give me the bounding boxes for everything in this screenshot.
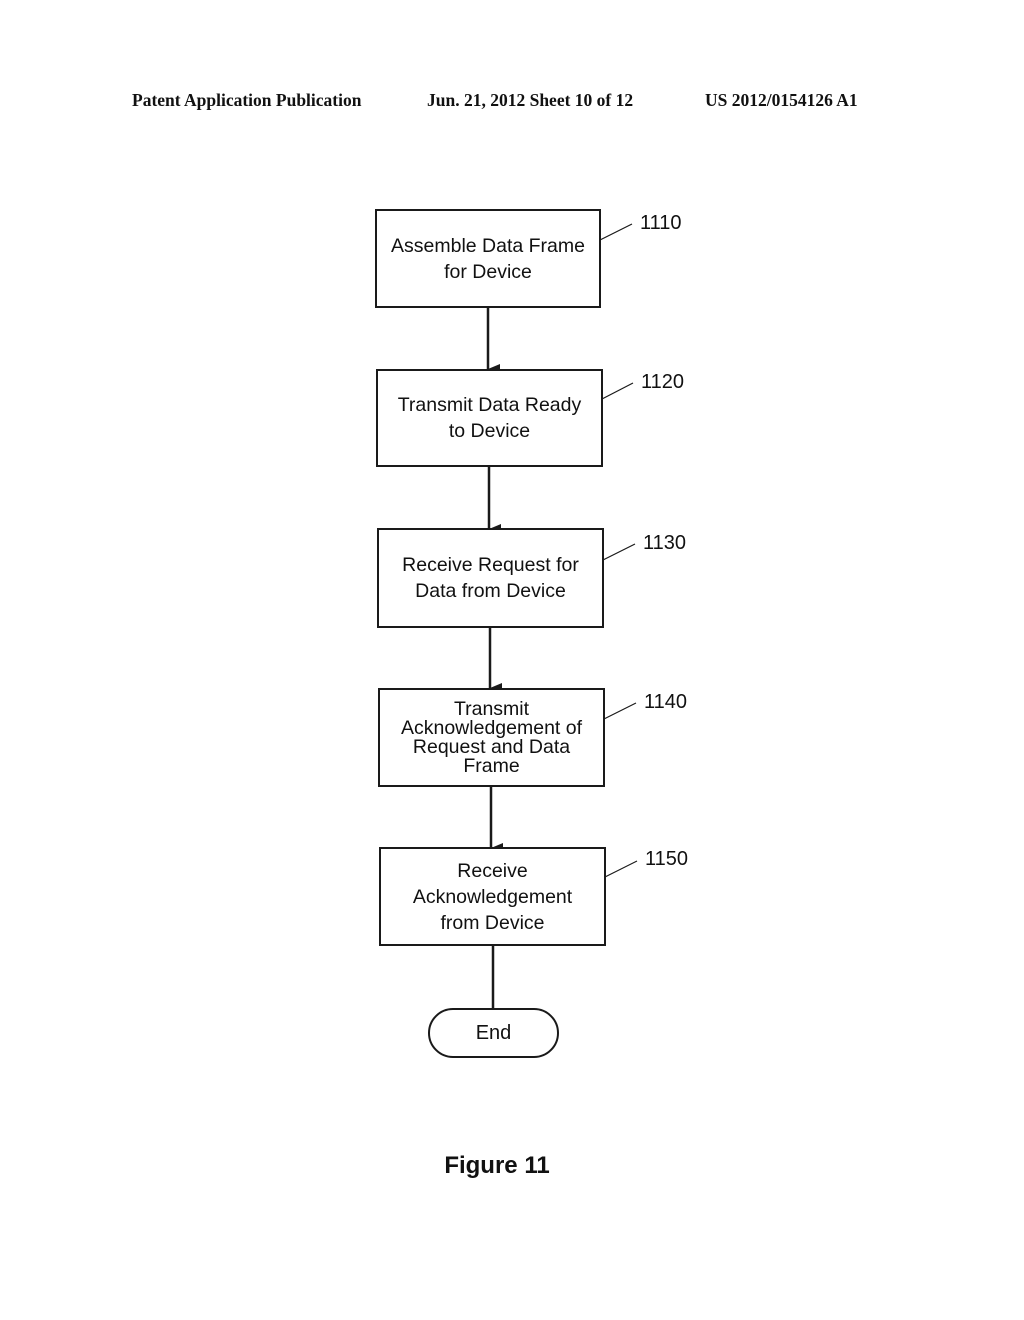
step-box-1110: Assemble Data Frame for Device [375,209,601,308]
step-ref-1130: 1130 [643,532,687,554]
figure-caption: Figure 11 [444,1152,550,1179]
step-box-1130: Receive Request for Data from Device [377,528,604,628]
step-box-1150: Receive Acknowledgement from Device [379,847,606,946]
step-ref-1110: 1110 [640,212,682,234]
leader-1110 [599,223,633,241]
step-ref-1150: 1150 [645,848,689,870]
step-text-1120: Transmit Data Ready to Device [397,394,582,442]
step-ref-1140: 1140 [644,691,688,713]
step-box-1140: Transmit Acknowledgement of Request and … [378,688,605,787]
end-label: End [475,1021,512,1044]
step-text-1110: Assemble Data Frame for Device [391,234,585,283]
step-text-1140: Transmit Acknowledgement of Request and … [400,697,583,777]
step-ref-1120: 1120 [641,371,685,393]
leader-1120 [601,382,634,400]
leader-1150 [604,860,638,878]
leader-1140 [603,702,637,720]
end-terminal: End [428,1008,559,1058]
step-box-1120: Transmit Data Ready to Device [376,369,603,467]
step-text-1150: Receive Acknowledgement from Device [412,859,573,934]
flowchart-connectors [486,223,638,1009]
leader-1130 [602,543,636,561]
step-text-1130: Receive Request for Data from Device [402,554,579,602]
